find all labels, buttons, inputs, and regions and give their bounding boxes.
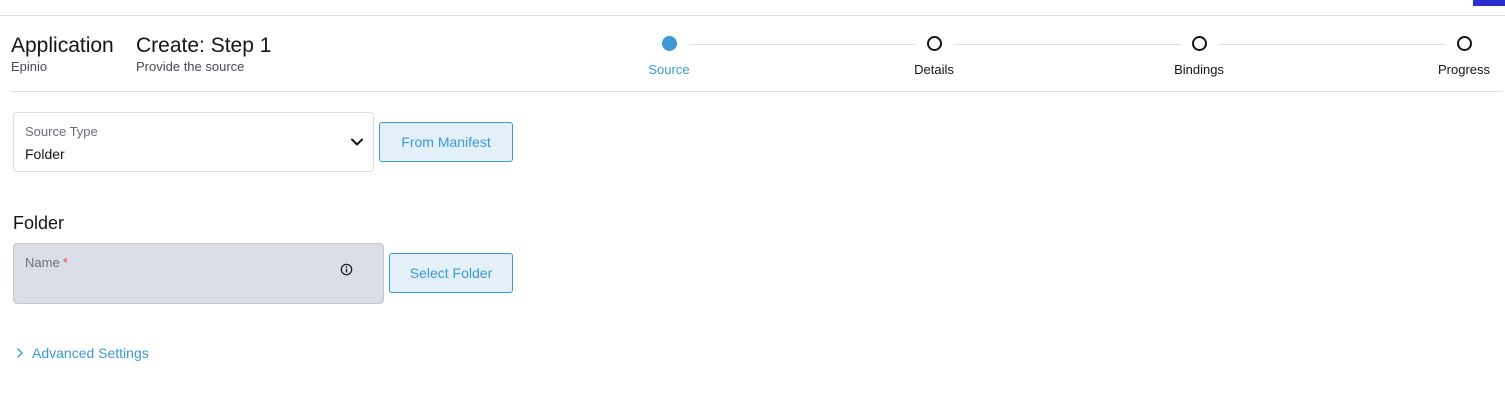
top-bar xyxy=(0,0,1505,16)
source-type-select[interactable]: Source Type Folder xyxy=(13,112,374,172)
step-label: Source xyxy=(648,62,690,77)
step-connector xyxy=(954,44,1180,45)
step-source[interactable]: Source xyxy=(624,36,714,78)
source-type-label: Source Type xyxy=(25,124,98,139)
chevron-down-icon xyxy=(351,138,363,146)
advanced-settings-label: Advanced Settings xyxy=(32,345,149,361)
info-icon[interactable] xyxy=(340,263,353,276)
step-connector xyxy=(1219,44,1445,45)
chevron-right-icon xyxy=(17,348,23,358)
select-folder-button[interactable]: Select Folder xyxy=(389,253,513,293)
step-label: Details xyxy=(914,62,954,77)
page-title: Create: Step 1 xyxy=(136,34,272,57)
step-label: Bindings xyxy=(1174,62,1224,77)
folder-name-input[interactable]: Name * xyxy=(13,243,384,304)
app-title-block: Application Epinio xyxy=(11,33,114,75)
step-bindings[interactable]: Bindings xyxy=(1154,36,1244,78)
step-indicator-icon xyxy=(661,36,677,51)
corner-badge[interactable] xyxy=(1473,0,1505,6)
page-header: Application Epinio Create: Step 1 Provid… xyxy=(11,16,1503,92)
app-title: Application xyxy=(11,34,114,57)
step-connector xyxy=(689,44,915,45)
page-title-block: Create: Step 1 Provide the source xyxy=(136,33,271,75)
step-details[interactable]: Details xyxy=(889,36,979,78)
step-indicator-icon xyxy=(1456,36,1472,51)
app-subtitle: Epinio xyxy=(11,59,48,74)
required-mark: * xyxy=(62,255,68,270)
from-manifest-button[interactable]: From Manifest xyxy=(379,122,513,162)
step-label: Progress xyxy=(1437,62,1491,77)
name-label-text: Name xyxy=(25,255,60,270)
page-subtitle: Provide the source xyxy=(136,59,245,74)
step-progress[interactable]: Progress xyxy=(1419,36,1505,78)
folder-name-label: Name * xyxy=(25,255,68,270)
step-indicator-icon xyxy=(1191,36,1207,51)
advanced-settings-toggle[interactable]: Advanced Settings xyxy=(16,345,149,361)
step-indicator-icon xyxy=(926,36,942,51)
wizard-steps: Source Details Bindings Progress xyxy=(648,36,1491,80)
source-type-value: Folder xyxy=(25,146,65,162)
folder-section-title: Folder xyxy=(13,213,65,233)
